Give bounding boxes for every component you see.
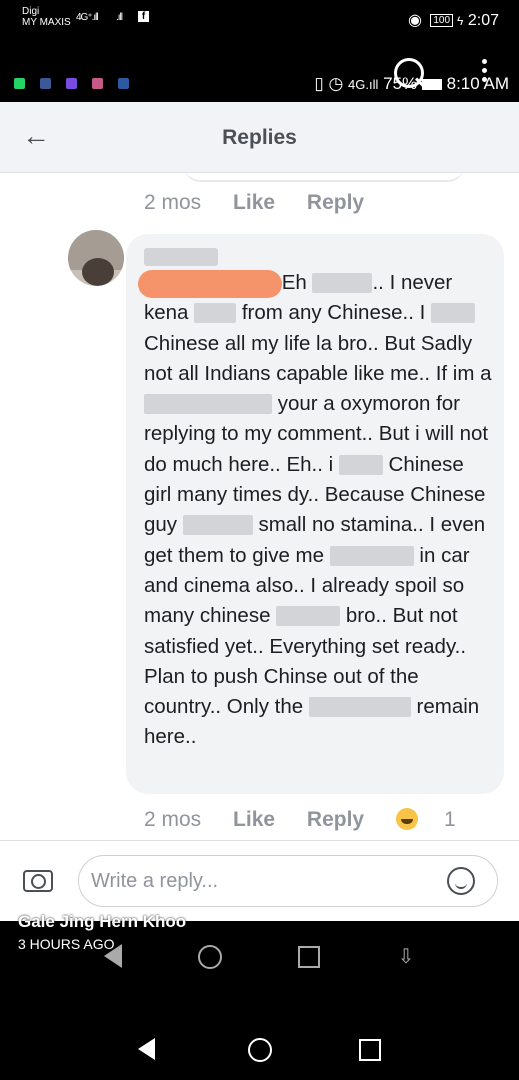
facebook-icon: f [138, 11, 149, 22]
comment-actions: 2 mos Like Reply 1 [144, 808, 482, 832]
comment-text: Eh .. I never kena from any Chinese.. I … [144, 268, 496, 753]
story-timestamp: 3 HOURS AGO [18, 936, 115, 952]
emoji-icon[interactable] [447, 867, 475, 895]
redaction-blur [312, 273, 373, 293]
status-bar-top: Digi MY MAXIS 4G⁺.ıll .ıll f ◉ 100 ϟ 2:07 [0, 0, 519, 46]
timestamp: 2 mos [144, 191, 202, 214]
like-button[interactable]: Like [233, 191, 275, 214]
more-options-icon[interactable] [482, 59, 487, 86]
header-bar: ← Replies [0, 102, 519, 173]
mail-icon [92, 78, 103, 89]
signal-icon-3: 4G.ıll [348, 77, 379, 92]
redaction-blur [194, 303, 237, 324]
reply-placeholder: Write a reply... [91, 870, 219, 892]
signal-icon-2: .ıll [116, 12, 123, 23]
redaction-blur [431, 303, 475, 324]
download-icon[interactable]: ⇩ [396, 944, 416, 968]
comment-text-segment: from any Chinese.. I [236, 301, 431, 325]
back-nav-icon-2[interactable] [138, 1038, 155, 1060]
alarm-icon: ◷ [328, 74, 344, 93]
like-button[interactable]: Like [233, 808, 275, 831]
reply-input[interactable]: Write a reply... [78, 855, 498, 907]
recents-nav-icon[interactable] [298, 946, 320, 968]
timestamp: 2 mos [144, 808, 202, 831]
blurred-name [144, 248, 218, 266]
reaction-count: 1 [443, 808, 456, 831]
shield-icon [118, 78, 129, 89]
replies-screen: ← Replies 2 mos Like Reply Eh .. I never… [0, 102, 519, 921]
reply-button[interactable]: Reply [307, 191, 364, 214]
redaction-blur [338, 454, 383, 475]
app-icon-1 [40, 78, 51, 89]
whatsapp-icon [14, 78, 25, 89]
reply-button[interactable]: Reply [307, 808, 364, 831]
home-nav-icon-2[interactable] [248, 1038, 272, 1062]
carrier-label: Digi MY MAXIS [22, 6, 71, 28]
recents-nav-icon-2[interactable] [359, 1039, 381, 1061]
status-right: ◉ 100 ϟ 2:07 [408, 10, 499, 30]
eye-icon: ◉ [407, 12, 422, 29]
redaction-blur [144, 394, 272, 415]
camera-icon[interactable] [23, 870, 53, 892]
clock-time: 2:07 [467, 12, 499, 29]
comment-text-segment: Chinese all my life la bro.. But Sadly n… [144, 331, 492, 385]
haha-emoji-icon[interactable] [395, 808, 418, 830]
comment-bubble: Eh .. I never kena from any Chinese.. I … [126, 234, 504, 794]
reply-composer: Write a reply... [0, 840, 519, 921]
vibrate-icon: ▯ [314, 74, 324, 93]
comment-text-segment: Eh [281, 271, 313, 294]
app-icon-2 [66, 78, 77, 89]
signal-icon: 4G⁺.ıll [76, 12, 99, 23]
home-nav-icon[interactable] [198, 945, 222, 969]
status-bar-second: ▯ ◷ 4G.ıll 75% 8:10 AM [0, 46, 519, 102]
back-nav-icon[interactable] [104, 944, 122, 968]
redaction-blur [182, 515, 253, 536]
redaction-blur [329, 545, 414, 566]
battery-indicator: 100 [430, 14, 454, 27]
redaction-blur [276, 606, 341, 627]
prev-reply-actions: 2 mos Like Reply [144, 191, 390, 215]
prev-bubble-tail [184, 166, 464, 182]
avatar[interactable] [68, 230, 124, 286]
page-title: Replies [222, 126, 297, 149]
charging-icon: ϟ [457, 14, 464, 28]
story-user-name: Gale Jing Hern Khoo [18, 912, 187, 931]
redaction-blur [308, 697, 411, 718]
clock-time-2: 8:10 AM [446, 74, 509, 93]
